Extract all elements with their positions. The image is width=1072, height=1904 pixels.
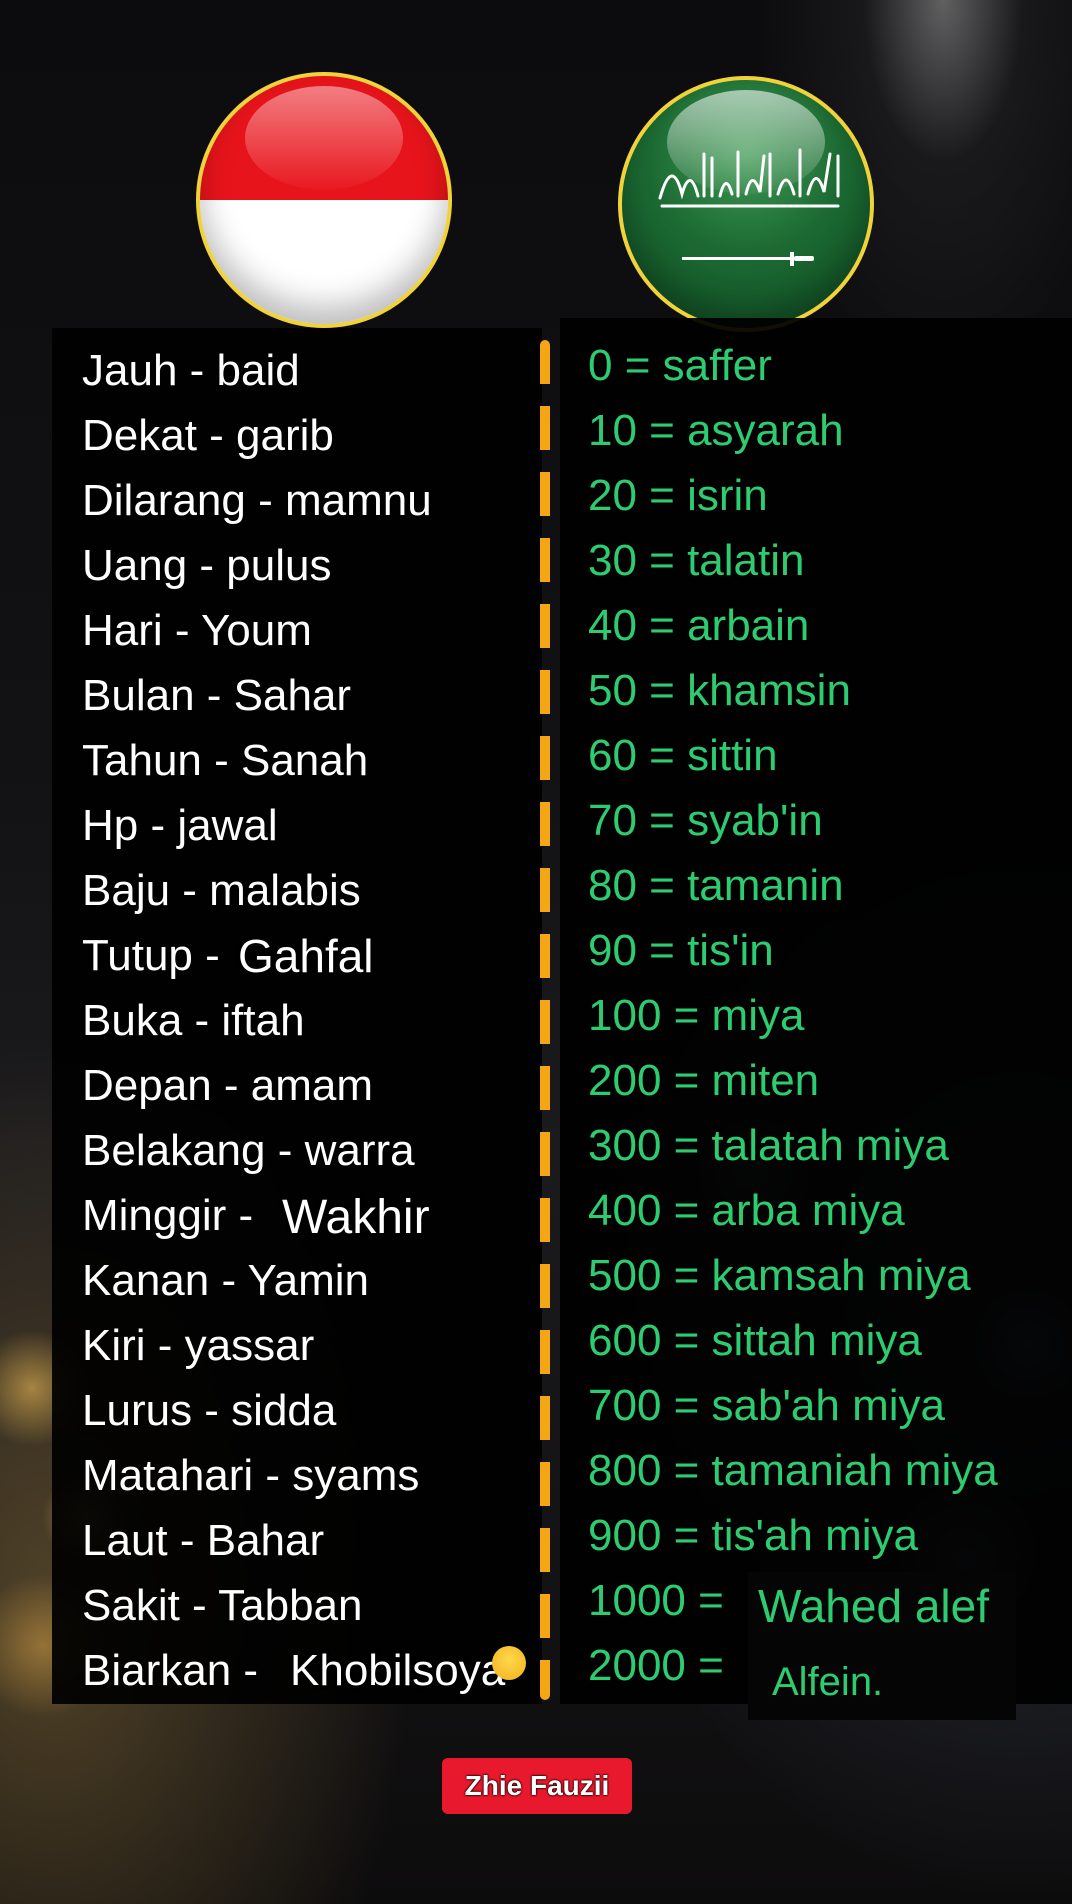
number-row: 500 = kamsah miya [588,1251,971,1300]
overlay-word-2000: Alfein. [772,1660,884,1704]
number-row: 300 = talatah miya [588,1121,949,1170]
vocab-row: Tutup - [82,931,220,980]
vocab-row: Hp - jawal [82,801,278,850]
number-row: 900 = tis'ah miya [588,1511,919,1560]
vocab-row: Bulan - Sahar [82,671,352,720]
vocab-row: Laut - Bahar [82,1516,325,1565]
number-row: 40 = arbain [588,601,810,650]
number-row: 90 = tis'in [588,926,774,975]
vocab-row: Dilarang - mamnu [82,476,432,525]
number-row: 10 = asyarah [588,406,844,455]
vocab-row: Biarkan - [82,1646,259,1695]
vocab-row: Belakang - warra [82,1126,415,1175]
overlay-word-1000: Wahed alef [758,1580,989,1632]
vocab-row: Lurus - sidda [82,1386,337,1435]
number-row: 0 = saffer [588,341,772,390]
vocab-row: Minggir - [82,1191,254,1240]
number-row: 30 = talatin [588,536,805,585]
vocab-row: Hari - Youm [82,606,312,655]
number-row: 70 = syab'in [588,796,823,845]
vocab-row: Dekat - garib [82,411,334,460]
number-row: 20 = isrin [588,471,768,520]
indonesia-flag-icon [196,72,452,328]
vocab-row: Depan - amam [82,1061,374,1110]
number-row: 60 = sittin [588,731,778,780]
vocab-row: Baju - malabis [82,866,361,915]
number-row: 600 = sittah miya [588,1316,922,1365]
number-row: 800 = tamaniah miya [588,1446,998,1495]
number-row: 700 = sab'ah miya [588,1381,945,1430]
emoji-icon [492,1646,526,1680]
number-row: 200 = miten [588,1056,820,1105]
number-row: 400 = arba miya [588,1186,905,1235]
dashed-divider [540,340,550,1700]
saudi-flag-icon [618,76,874,332]
vocab-row: Kanan - Yamin [82,1256,369,1305]
number-row: 100 = miya [588,991,805,1040]
vocab-row: Kiri - yassar [82,1321,315,1370]
number-row: 80 = tamanin [588,861,844,910]
vocab-row: Buka - iftah [82,996,305,1045]
vocab-row: Uang - pulus [82,541,332,590]
vocab-row: Jauh - baid [82,346,300,395]
number-row: 2000 = [588,1641,724,1690]
vocab-row: Sakit - Tabban [82,1581,363,1630]
number-row: 1000 = [588,1576,724,1625]
vocab-row: Matahari - syams [82,1451,420,1500]
overlay-word-biarkan: Khobilsoya [290,1646,506,1695]
vocab-row: Tahun - Sanah [82,736,369,785]
number-row: 50 = khamsin [588,666,851,715]
creator-credit-tag: Zhie Fauzii [442,1758,632,1814]
overlay-word-minggir: Wakhir [282,1191,430,1244]
overlay-word-tutup: Gahfal [238,930,374,982]
